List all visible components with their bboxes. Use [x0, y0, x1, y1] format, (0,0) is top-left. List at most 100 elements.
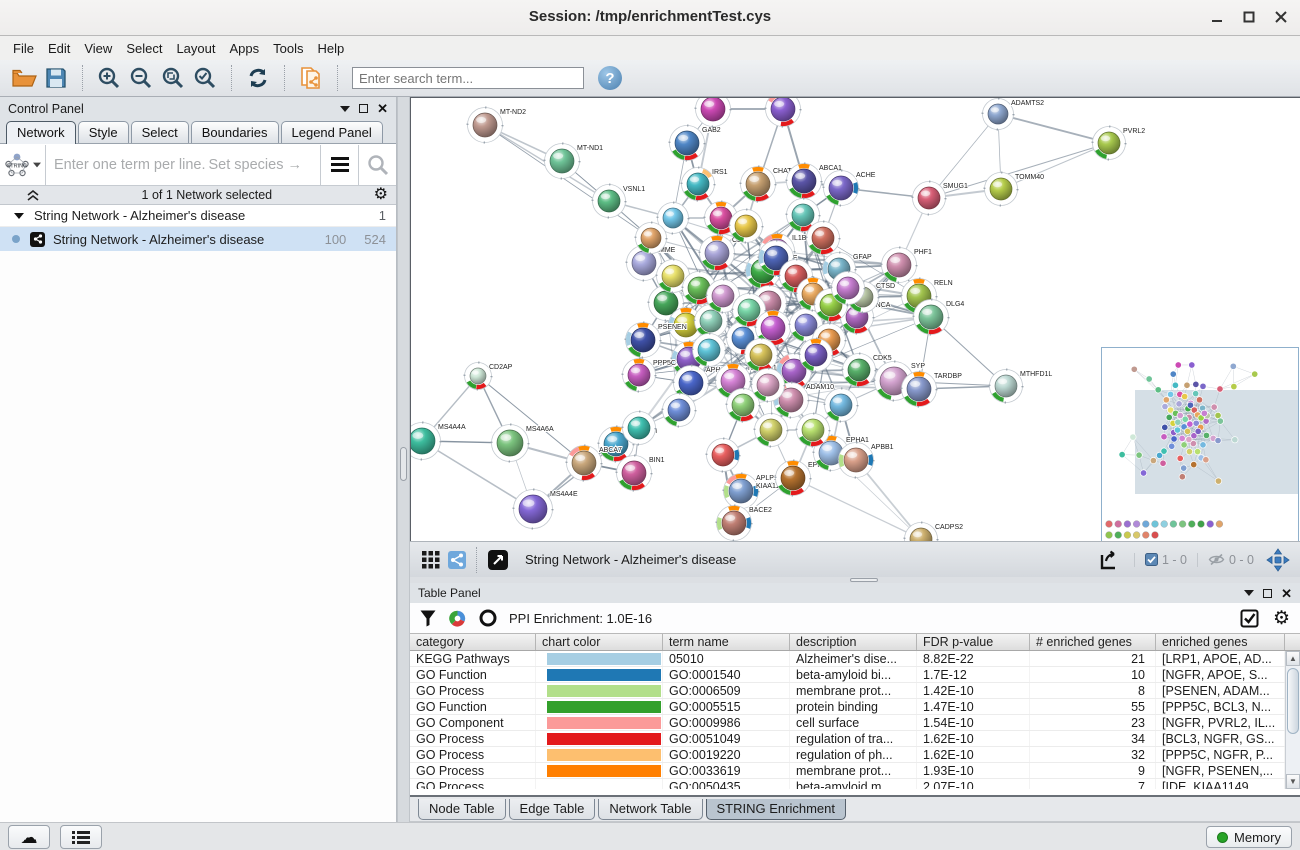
network-node-chat[interactable]: CHAT — [741, 167, 793, 202]
network-node[interactable] — [800, 339, 833, 372]
tab-network-table[interactable]: Network Table — [598, 799, 702, 820]
network-node[interactable] — [707, 439, 740, 472]
string-protein-query-button[interactable]: STRING — [0, 145, 46, 185]
search-input[interactable] — [352, 67, 584, 89]
close-panel-icon[interactable]: ✕ — [377, 102, 388, 115]
menu-file[interactable]: File — [6, 38, 41, 59]
zoom-out-button[interactable] — [125, 63, 157, 93]
maximize-button[interactable] — [1236, 9, 1262, 27]
gear-icon[interactable]: ⚙ — [374, 187, 388, 203]
save-session-button[interactable] — [40, 63, 72, 93]
network-node[interactable] — [663, 394, 696, 427]
scrollbar-thumb[interactable] — [1287, 668, 1299, 734]
grid-view-button[interactable] — [418, 545, 444, 575]
zoom-selected-button[interactable] — [189, 63, 221, 93]
tab-node-table[interactable]: Node Table — [418, 799, 506, 820]
expand-all-icon[interactable] — [26, 189, 40, 202]
table-row[interactable]: GO ProcessGO:0033619membrane prot...1.93… — [410, 763, 1300, 779]
scroll-down-button[interactable]: ▼ — [1286, 774, 1300, 789]
gear-icon[interactable]: ⚙ — [1273, 609, 1290, 628]
float-panel-icon[interactable] — [1263, 589, 1272, 598]
collapse-all-icon[interactable] — [8, 189, 22, 202]
panel-menu-icon[interactable] — [340, 106, 350, 112]
menu-tools[interactable]: Tools — [266, 38, 310, 59]
network-node[interactable] — [766, 98, 801, 127]
string-query-input[interactable]: Enter one term per line. Set species → — [46, 157, 320, 173]
filter-icon[interactable] — [420, 610, 436, 627]
vertical-splitter[interactable] — [397, 97, 410, 822]
table-row[interactable]: GO ProcessGO:0019220regulation of ph...1… — [410, 747, 1300, 763]
network-node-bace2[interactable]: BACE2 — [717, 506, 773, 541]
tab-boundaries[interactable]: Boundaries — [191, 121, 279, 143]
zoom-fit-button[interactable] — [157, 63, 189, 93]
network-node-phf1[interactable]: PHF1 — [882, 248, 933, 283]
menu-select[interactable]: Select — [119, 38, 169, 59]
task-list-button[interactable] — [60, 825, 102, 849]
network-node-ms4a6a[interactable]: MS4A6A — [492, 425, 554, 462]
column-header-description[interactable]: description — [790, 634, 917, 650]
network-node[interactable] — [730, 210, 763, 243]
network-node-abca7[interactable]: ABCA7 — [567, 446, 623, 481]
open-session-button[interactable] — [8, 63, 40, 93]
column-header-category[interactable]: category — [410, 634, 536, 650]
column-header-fdr-p-value[interactable]: FDR p-value — [917, 634, 1030, 650]
menu-edit[interactable]: Edit — [41, 38, 77, 59]
network-node-mt-nd2[interactable]: MT-ND2 — [468, 108, 527, 143]
network-node[interactable] — [832, 272, 865, 305]
column-header-enriched-genes[interactable]: enriched genes — [1156, 634, 1285, 650]
navigator-button[interactable] — [1264, 545, 1292, 575]
share-view-button[interactable] — [444, 545, 470, 575]
network-node-pvrl2[interactable]: PVRL2 — [1093, 127, 1146, 160]
tab-string-enrichment[interactable]: STRING Enrichment — [706, 799, 846, 820]
network-node-ms4a4a[interactable]: MS4A4A — [411, 423, 466, 460]
network-row-selected[interactable]: String Network - Alzheimer's disease 100… — [0, 227, 396, 251]
zoom-in-button[interactable] — [93, 63, 125, 93]
tab-legend-panel[interactable]: Legend Panel — [281, 121, 383, 143]
chart-color-icon[interactable] — [448, 609, 467, 628]
network-node-cadps2[interactable]: CADPS2 — [905, 523, 964, 542]
network-node[interactable] — [745, 339, 778, 372]
network-node[interactable] — [825, 389, 858, 422]
menu-layout[interactable]: Layout — [169, 38, 222, 59]
memory-button[interactable]: Memory — [1206, 826, 1292, 848]
tab-select[interactable]: Select — [131, 121, 189, 143]
network-node-mt-nd1[interactable]: MT-ND1 — [545, 144, 604, 179]
refresh-button[interactable] — [242, 63, 274, 93]
network-node-cd2ap[interactable]: CD2AP — [465, 363, 513, 390]
table-row[interactable]: KEGG Pathways05010Alzheimer's dise...8.8… — [410, 651, 1300, 667]
menu-view[interactable]: View — [77, 38, 119, 59]
network-node[interactable] — [797, 414, 830, 447]
scroll-up-button[interactable]: ▲ — [1286, 651, 1300, 666]
close-panel-icon[interactable]: ✕ — [1281, 587, 1292, 600]
string-options-button[interactable] — [320, 145, 358, 185]
table-row[interactable]: GO ComponentGO:0009986cell surface1.54E-… — [410, 715, 1300, 731]
network-node-apbb1[interactable]: APBB1 — [839, 443, 894, 478]
splitter-handle[interactable] — [850, 578, 878, 582]
network-node[interactable] — [623, 412, 656, 445]
table-row[interactable]: GO ProcessGO:0050435beta-amyloid m...2.0… — [410, 779, 1300, 789]
close-button[interactable] — [1268, 9, 1294, 27]
network-node[interactable] — [755, 414, 788, 447]
tab-network[interactable]: Network — [6, 121, 76, 144]
column-header--enriched-genes[interactable]: # enriched genes — [1030, 634, 1156, 650]
network-node-smug1[interactable]: SMUG1 — [913, 182, 969, 215]
network-node[interactable] — [693, 334, 726, 367]
string-search-button[interactable] — [358, 145, 396, 185]
network-node-dlg4[interactable]: DLG4 — [914, 300, 965, 335]
table-row[interactable]: GO FunctionGO:0005515protein binding1.47… — [410, 699, 1300, 715]
network-collection-row[interactable]: String Network - Alzheimer's disease 1 — [0, 205, 396, 227]
float-panel-icon[interactable] — [359, 104, 368, 113]
select-rows-icon[interactable] — [1240, 609, 1259, 628]
network-node-bin1[interactable]: BIN1 — [617, 456, 665, 491]
network-node-irs1[interactable]: IRS1 — [682, 168, 728, 201]
network-node-ms4a4e[interactable]: MS4A4E — [514, 490, 578, 529]
column-header-chart-color[interactable]: chart color — [536, 634, 663, 650]
network-from-clipboard-button[interactable] — [295, 63, 327, 93]
network-node-gab2[interactable]: GAB2 — [670, 126, 721, 161]
panel-menu-icon[interactable] — [1244, 590, 1254, 596]
table-row[interactable]: GO FunctionGO:0001540beta-amyloid bi...1… — [410, 667, 1300, 683]
menu-apps[interactable]: Apps — [223, 38, 267, 59]
network-node[interactable] — [696, 98, 731, 127]
network-node-vsnl1[interactable]: VSNL1 — [593, 185, 646, 218]
network-node-tomm40[interactable]: TOMM40 — [985, 173, 1045, 206]
